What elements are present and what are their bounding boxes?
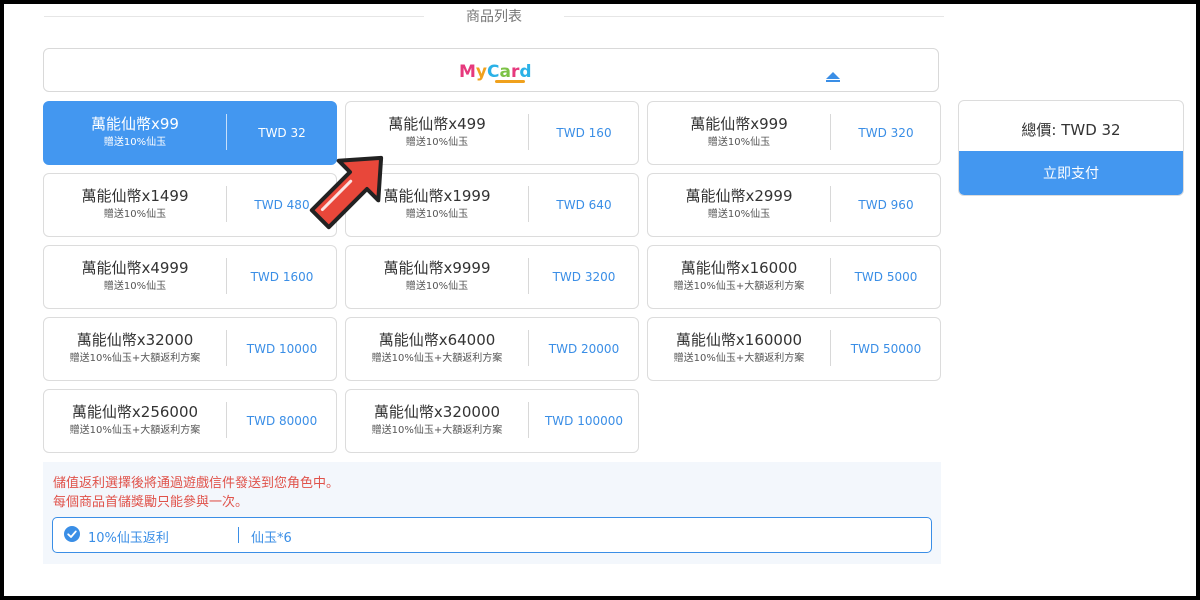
order-summary: 總價: TWD 32 立即支付 — [958, 100, 1184, 196]
product-bonus: 贈送10%仙玉 — [103, 281, 167, 292]
product-info: 萬能仙幣x99 贈送10%仙玉 — [44, 102, 226, 164]
product-info: 萬能仙幣x256000 贈送10%仙玉+大額返利方案 — [44, 390, 226, 452]
product-bonus: 贈送10%仙玉 — [405, 209, 469, 220]
product-price: TWD 5000 — [854, 270, 918, 284]
product-info: 萬能仙幣x32000 贈送10%仙玉+大額返利方案 — [44, 318, 226, 380]
product-price: TWD 640 — [556, 198, 612, 212]
product-card-320000[interactable]: 萬能仙幣x320000 贈送10%仙玉+大額返利方案 TWD 100000 — [345, 389, 639, 453]
section-header: 商品列表 — [44, 4, 944, 28]
rebate-reward: 仙玉*6 — [251, 531, 292, 546]
product-name: 萬能仙幣x2999 — [685, 187, 793, 205]
product-price: TWD 320 — [858, 126, 914, 140]
rebate-note: 儲值返利選擇後將通過遊戲信件發送到您角色中。 — [53, 476, 340, 491]
product-card-499[interactable]: 萬能仙幣x499 贈送10%仙玉 TWD 160 — [345, 101, 639, 165]
product-price: TWD 50000 — [850, 342, 922, 356]
product-info: 萬能仙幣x16000 贈送10%仙玉+大額返利方案 — [648, 246, 830, 308]
product-name: 萬能仙幣x320000 — [373, 403, 501, 421]
product-card-4999[interactable]: 萬能仙幣x4999 贈送10%仙玉 TWD 1600 — [43, 245, 337, 309]
product-bonus: 贈送10%仙玉+大額返利方案 — [673, 353, 805, 364]
product-price: TWD 32 — [258, 126, 306, 140]
product-info: 萬能仙幣x320000 贈送10%仙玉+大額返利方案 — [346, 390, 528, 452]
rebate-panel: 儲值返利選擇後將通過遊戲信件發送到您角色中。 每個商品首儲獎勵只能參與一次。 1… — [43, 462, 941, 564]
rebate-option-label: 10%仙玉返利 — [88, 531, 169, 546]
product-card-1499[interactable]: 萬能仙幣x1499 贈送10%仙玉 TWD 480 — [43, 173, 337, 237]
product-card-16000[interactable]: 萬能仙幣x16000 贈送10%仙玉+大額返利方案 TWD 5000 — [647, 245, 941, 309]
product-name: 萬能仙幣x1999 — [383, 187, 491, 205]
product-price: TWD 160 — [556, 126, 612, 140]
product-card-2999[interactable]: 萬能仙幣x2999 贈送10%仙玉 TWD 960 — [647, 173, 941, 237]
payment-method-selector[interactable]: MyCard — [43, 48, 939, 92]
caret-up-icon[interactable] — [826, 67, 840, 82]
product-card-99[interactable]: 萬能仙幣x99 贈送10%仙玉 TWD 32 — [43, 101, 337, 165]
product-card-256000[interactable]: 萬能仙幣x256000 贈送10%仙玉+大額返利方案 TWD 80000 — [43, 389, 337, 453]
product-bonus: 贈送10%仙玉 — [707, 209, 771, 220]
product-info: 萬能仙幣x1999 贈送10%仙玉 — [346, 174, 528, 236]
product-bonus: 贈送10%仙玉 — [405, 137, 469, 148]
product-price: TWD 80000 — [246, 414, 318, 428]
product-name: 萬能仙幣x32000 — [76, 331, 194, 349]
pay-now-button[interactable]: 立即支付 — [959, 151, 1183, 195]
product-bonus: 贈送10%仙玉 — [103, 137, 167, 148]
product-bonus: 贈送10%仙玉+大額返利方案 — [69, 425, 201, 436]
total-price: 總價: TWD 32 — [1021, 121, 1121, 139]
product-info: 萬能仙幣x64000 贈送10%仙玉+大額返利方案 — [346, 318, 528, 380]
product-bonus: 贈送10%仙玉 — [103, 209, 167, 220]
product-name: 萬能仙幣x99 — [91, 115, 179, 133]
product-name: 萬能仙幣x4999 — [81, 259, 189, 277]
payment-page: 商品列表 MyCard 萬能仙幣x99 贈送10%仙玉 TWD 32 萬能仙幣x… — [4, 4, 1196, 596]
product-name: 萬能仙幣x1499 — [81, 187, 189, 205]
product-bonus: 贈送10%仙玉+大額返利方案 — [673, 281, 805, 292]
product-info: 萬能仙幣x2999 贈送10%仙玉 — [648, 174, 830, 236]
product-price: TWD 480 — [254, 198, 310, 212]
svg-text:MyCard: MyCard — [459, 62, 531, 82]
product-bonus: 贈送10%仙玉+大額返利方案 — [69, 353, 201, 364]
rebate-option[interactable]: 10%仙玉返利 仙玉*6 — [52, 517, 932, 553]
product-price: TWD 10000 — [246, 342, 318, 356]
rebate-limit-note: 每個商品首儲獎勵只能參與一次。 — [53, 495, 249, 510]
product-price: TWD 960 — [858, 198, 914, 212]
product-card-64000[interactable]: 萬能仙幣x64000 贈送10%仙玉+大額返利方案 TWD 20000 — [345, 317, 639, 381]
product-info: 萬能仙幣x160000 贈送10%仙玉+大額返利方案 — [648, 318, 830, 380]
product-price: TWD 100000 — [544, 414, 624, 428]
product-card-999[interactable]: 萬能仙幣x999 贈送10%仙玉 TWD 320 — [647, 101, 941, 165]
product-info: 萬能仙幣x1499 贈送10%仙玉 — [44, 174, 226, 236]
product-name: 萬能仙幣x999 — [690, 115, 788, 133]
product-card-1999[interactable]: 萬能仙幣x1999 贈送10%仙玉 TWD 640 — [345, 173, 639, 237]
product-bonus: 贈送10%仙玉+大額返利方案 — [371, 425, 503, 436]
product-name: 萬能仙幣x499 — [388, 115, 486, 133]
product-info: 萬能仙幣x999 贈送10%仙玉 — [648, 102, 830, 164]
product-name: 萬能仙幣x9999 — [383, 259, 491, 277]
header-line-right — [564, 16, 944, 17]
product-name: 萬能仙幣x64000 — [378, 331, 496, 349]
product-price: TWD 20000 — [548, 342, 620, 356]
product-card-9999[interactable]: 萬能仙幣x9999 贈送10%仙玉 TWD 3200 — [345, 245, 639, 309]
product-name: 萬能仙幣x16000 — [680, 259, 798, 277]
product-card-160000[interactable]: 萬能仙幣x160000 贈送10%仙玉+大額返利方案 TWD 50000 — [647, 317, 941, 381]
product-bonus: 贈送10%仙玉 — [707, 137, 771, 148]
product-bonus: 贈送10%仙玉 — [405, 281, 469, 292]
product-name: 萬能仙幣x256000 — [71, 403, 199, 421]
check-circle-icon[interactable] — [64, 526, 80, 542]
mycard-logo: MyCard — [459, 59, 532, 85]
product-info: 萬能仙幣x4999 贈送10%仙玉 — [44, 246, 226, 308]
product-card-32000[interactable]: 萬能仙幣x32000 贈送10%仙玉+大額返利方案 TWD 10000 — [43, 317, 337, 381]
product-price: TWD 3200 — [552, 270, 616, 284]
option-divider — [238, 527, 239, 543]
product-info: 萬能仙幣x499 贈送10%仙玉 — [346, 102, 528, 164]
product-price: TWD 1600 — [250, 270, 314, 284]
product-info: 萬能仙幣x9999 贈送10%仙玉 — [346, 246, 528, 308]
product-name: 萬能仙幣x160000 — [675, 331, 803, 349]
product-bonus: 贈送10%仙玉+大額返利方案 — [371, 353, 503, 364]
